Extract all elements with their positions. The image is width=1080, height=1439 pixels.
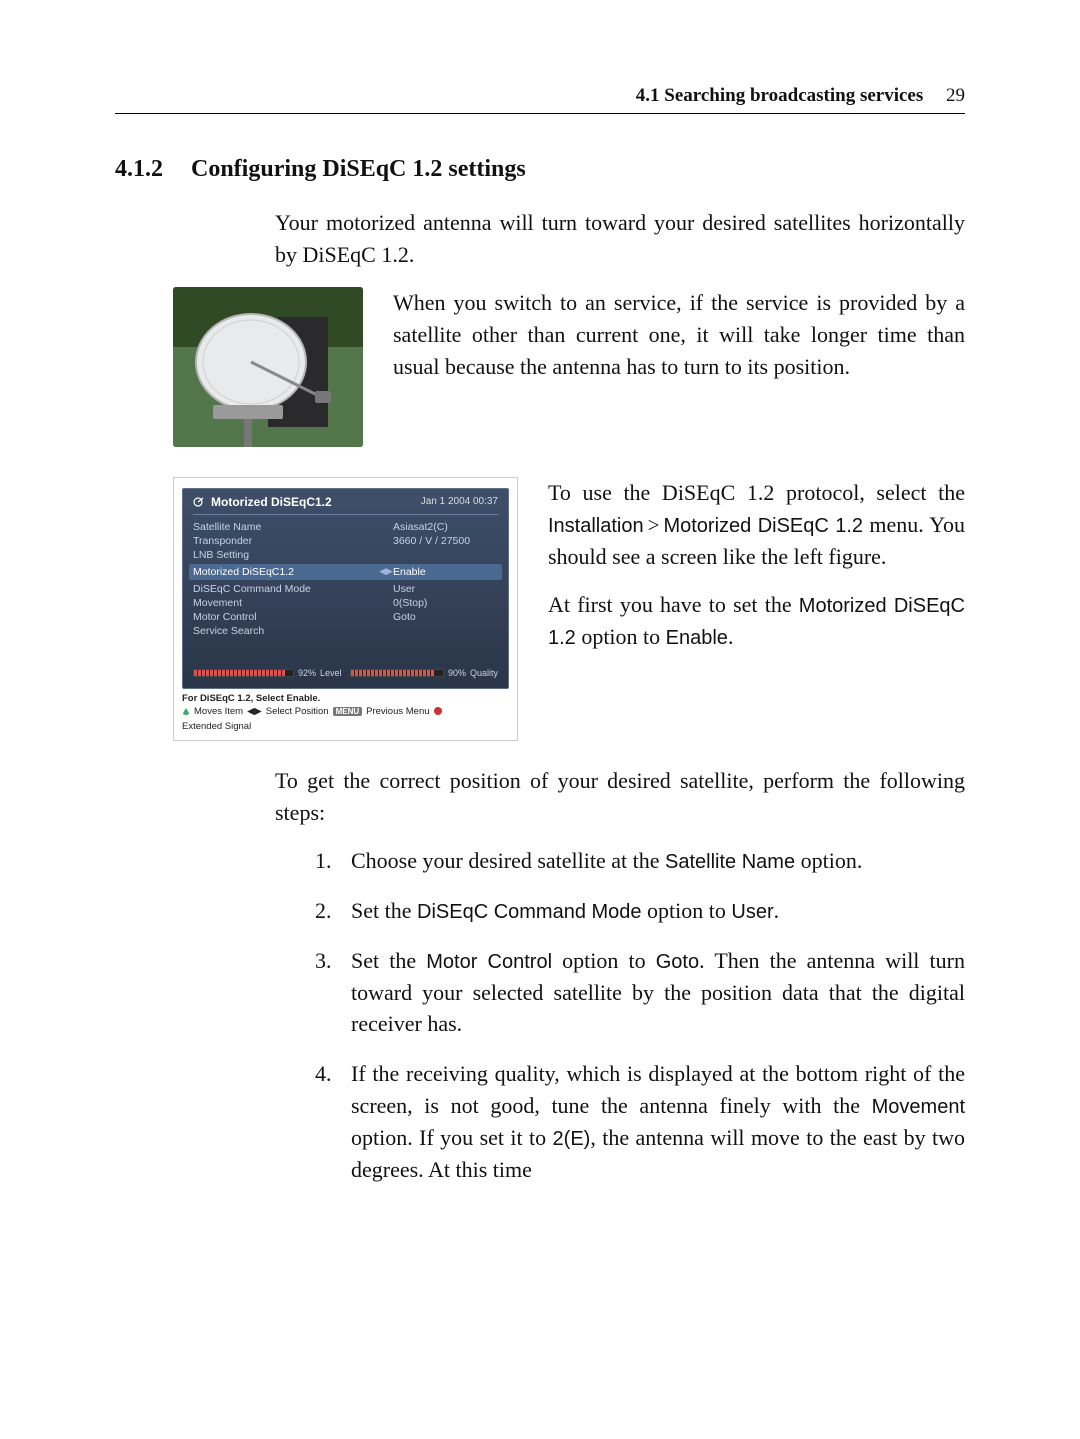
section-title: 4.1 Searching broadcasting services — [636, 85, 923, 106]
osd-label: Motor Control — [193, 611, 393, 623]
menu-chip: MENU — [333, 707, 363, 716]
osd-nav-hints: Moves Item ◀▶ Select Position MENU Previ… — [182, 706, 509, 732]
osd-title-row: Motorized DiSEqC1.2 Jan 1 2004 00:37 — [193, 495, 498, 509]
osd-label: Satellite Name — [193, 521, 393, 533]
dish-icon — [193, 496, 205, 508]
osd-value: Goto — [393, 611, 498, 623]
side2-para1: To use the DiSEqC 1.2 protocol, select t… — [548, 477, 965, 573]
osd-row-lnb-setting: LNB Setting — [193, 548, 498, 562]
level-pct: 92% — [298, 668, 316, 678]
option-satellite-name: Satellite Name — [665, 851, 795, 873]
osd-value: Asiasat2(C) — [393, 521, 498, 533]
osd-label: Motorized DiSEqC1.2 — [193, 566, 379, 578]
hint-moves: Moves Item — [194, 706, 243, 717]
value-goto: Goto — [656, 951, 699, 973]
antenna-photo — [173, 287, 363, 447]
steps-intro: To get the correct position of your desi… — [275, 765, 965, 829]
osd-label: LNB Setting — [193, 549, 393, 561]
left-right-arrows-icon: ◀▶ — [379, 566, 393, 577]
section-heading: 4.1.2 Configuring DiSEqC 1.2 settings — [115, 156, 965, 183]
osd-divider — [193, 514, 498, 515]
up-down-icon — [182, 707, 190, 715]
osd-value: User — [393, 583, 498, 595]
osd-row-command-mode: DiSEqC Command Mode User — [193, 582, 498, 596]
osd-signal-bars: 92% Level 90% Quality — [193, 668, 498, 678]
value-user: User — [731, 901, 773, 923]
hint-select: Select Position — [266, 706, 329, 717]
heading-number: 4.1.2 — [115, 156, 163, 183]
hint-ext: Extended Signal — [182, 721, 251, 732]
osd-value: 3660 / V / 27500 — [393, 535, 498, 547]
osd-screenshot: Motorized DiSEqC1.2 Jan 1 2004 00:37 Sat… — [173, 477, 518, 741]
antenna-illustration — [173, 287, 363, 447]
page-number: 29 — [946, 85, 965, 106]
osd-row-movement: Movement 0(Stop) — [193, 596, 498, 610]
quality-label: Quality — [470, 668, 498, 678]
hint-prev: Previous Menu — [366, 706, 429, 717]
osd-row-transponder: Transponder 3660 / V / 27500 — [193, 534, 498, 548]
osd-title-text: Motorized DiSEqC1.2 — [211, 495, 332, 509]
osd-footer-hint: For DiSEqC 1.2, Select Enable. — [182, 693, 509, 704]
step-2: Set the DiSEqC Command Mode option to Us… — [315, 895, 965, 927]
osd-row-service-search: Service Search — [193, 624, 498, 638]
osd-panel: Motorized DiSEqC1.2 Jan 1 2004 00:37 Sat… — [182, 488, 509, 689]
option-movement: Movement — [872, 1096, 965, 1118]
option-motor-control: Motor Control — [426, 951, 552, 973]
osd-row-satellite-name: Satellite Name Asiasat2(C) — [193, 520, 498, 534]
steps-list: Choose your desired satellite at the Sat… — [315, 845, 965, 1187]
quality-bar: 90% Quality — [350, 668, 499, 678]
osd-value: 0(Stop) — [393, 597, 498, 609]
step-4: If the receiving quality, which is displ… — [315, 1058, 965, 1186]
figure-row-2: Motorized DiSEqC1.2 Jan 1 2004 00:37 Sat… — [173, 477, 965, 741]
left-right-icon: ◀▶ — [247, 706, 262, 717]
red-dot-icon — [434, 707, 442, 715]
heading-title: Configuring DiSEqC 1.2 settings — [191, 156, 526, 182]
osd-row-motor-control: Motor Control Goto — [193, 610, 498, 624]
side2-para2: At first you have to set the Motorized D… — [548, 589, 965, 653]
step-1: Choose your desired satellite at the Sat… — [315, 845, 965, 877]
page: 4.1 Searching broadcasting services 29 4… — [0, 0, 1080, 1439]
osd-timestamp: Jan 1 2004 00:37 — [421, 496, 498, 507]
osd-value: Enable — [393, 566, 498, 578]
step-3: Set the Motor Control option to Goto. Th… — [315, 945, 965, 1041]
quality-pct: 90% — [448, 668, 466, 678]
intro-paragraph: Your motorized antenna will turn toward … — [275, 207, 965, 271]
figure1-caption-text: When you switch to an service, if the se… — [393, 287, 965, 383]
menu-path-motorized: Motorized DiSEqC 1.2 — [663, 515, 863, 537]
level-label: Level — [320, 668, 342, 678]
osd-label: Transponder — [193, 535, 393, 547]
value-enable: Enable — [666, 627, 728, 649]
figure2-side-text: To use the DiSEqC 1.2 protocol, select t… — [548, 477, 965, 669]
value-2e: 2(E) — [553, 1128, 591, 1150]
option-diseqc-command-mode: DiSEqC Command Mode — [417, 901, 642, 923]
osd-label: DiSEqC Command Mode — [193, 583, 393, 595]
menu-separator: > — [644, 513, 664, 537]
menu-path-installation: Installation — [548, 515, 644, 537]
running-header: 4.1 Searching broadcasting services 29 — [115, 85, 965, 114]
level-bar: 92% Level — [193, 668, 342, 678]
osd-label: Movement — [193, 597, 393, 609]
figure-row-1: When you switch to an service, if the se… — [173, 287, 965, 447]
osd-row-motorized-diseqc: Motorized DiSEqC1.2 ◀▶ Enable — [189, 564, 502, 580]
osd-label: Service Search — [193, 625, 393, 637]
